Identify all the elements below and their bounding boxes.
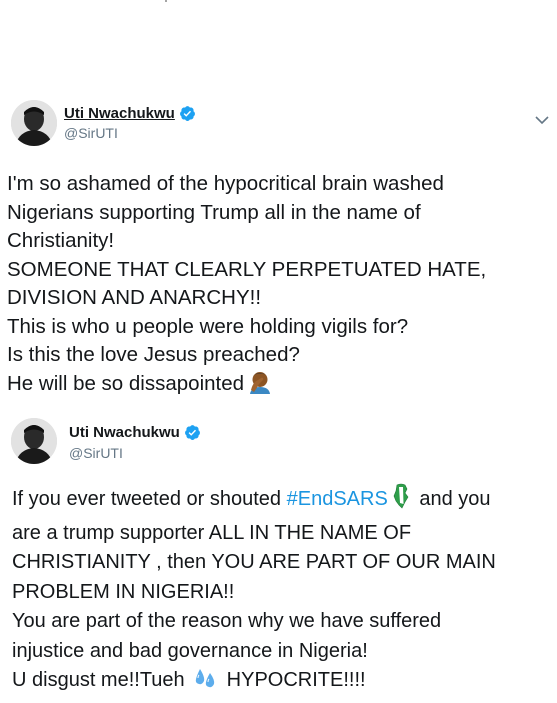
tweet-header: Uti Nwachukwu @SirUTI <box>0 416 557 476</box>
tweet-line: Nigerians supporting Trump all in the na… <box>7 200 421 224</box>
tweet-2: Uti Nwachukwu @SirUTI If you ever tweete… <box>0 416 557 691</box>
avatar[interactable] <box>11 100 57 146</box>
nigeria-map-emoji-icon <box>392 483 410 519</box>
chevron-down-icon[interactable] <box>535 112 549 130</box>
tweet-line: This is who u people were holding vigils… <box>7 314 409 338</box>
display-name[interactable]: Uti Nwachukwu <box>64 105 175 122</box>
avatar[interactable] <box>11 418 57 464</box>
verified-badge-icon <box>184 424 201 441</box>
stray-dot <box>165 0 167 2</box>
tweet-line: CHRISTIANITY , then YOU ARE PART OF OUR … <box>12 551 496 573</box>
hashtag-link[interactable]: #EndSARS <box>287 488 388 510</box>
handle[interactable]: @SirUTI <box>64 125 118 141</box>
tweet-line: injustice and bad governance in Nigeria! <box>12 639 368 662</box>
handle[interactable]: @SirUTI <box>69 445 123 461</box>
display-name[interactable]: Uti Nwachukwu <box>69 424 180 441</box>
tweet-line: I'm so ashamed of the hypocritical brain… <box>7 172 444 195</box>
tweet-text-segment: and you <box>413 488 491 510</box>
tweet-text-segment: If you ever tweeted or shouted <box>12 488 287 510</box>
tweet-text-segment: U disgust me!!Tueh <box>12 669 185 691</box>
verified-badge-icon <box>179 105 196 122</box>
tweet-1: Uti Nwachukwu @SirUTI I'm so ashamed of … <box>0 100 557 395</box>
facepalm-emoji-icon <box>248 370 272 403</box>
name-row: Uti Nwachukwu <box>64 105 196 122</box>
tweet-line: You are part of the reason why we have s… <box>12 610 442 632</box>
tweet-text-segment: HYPOCRITE!!!! <box>226 669 366 691</box>
name-row: Uti Nwachukwu <box>69 424 201 441</box>
tweet-line-first: If you ever tweeted or shouted #EndSARS … <box>12 483 557 519</box>
tweet-line: are a trump supporter ALL IN THE NAME OF <box>12 521 412 544</box>
tweet-line-last: He will be so dissapointed <box>7 370 552 403</box>
tweet-line: PROBLEM IN NIGERIA!! <box>12 580 235 603</box>
tweet-line: DIVISION AND ANARCHY!! <box>7 286 262 309</box>
tweet-line: SOMEONE THAT CLEARLY PERPETUATED HATE, <box>7 257 487 281</box>
tweet-header: Uti Nwachukwu @SirUTI <box>0 100 557 160</box>
tweet-line: Christianity! <box>7 229 115 252</box>
tweet-text: I'm so ashamed of the hypocritical brain… <box>7 170 552 402</box>
tweet-line: Is this the love Jesus preached? <box>7 343 300 366</box>
sweat-droplets-emoji-icon <box>193 666 219 700</box>
tweet-text: If you ever tweeted or shouted #EndSARS … <box>12 483 557 700</box>
tweet-line: He will be so dissapointed <box>7 371 245 395</box>
tweet-line-last: U disgust me!!Tueh HYPOCRITE!!!! <box>12 666 557 700</box>
